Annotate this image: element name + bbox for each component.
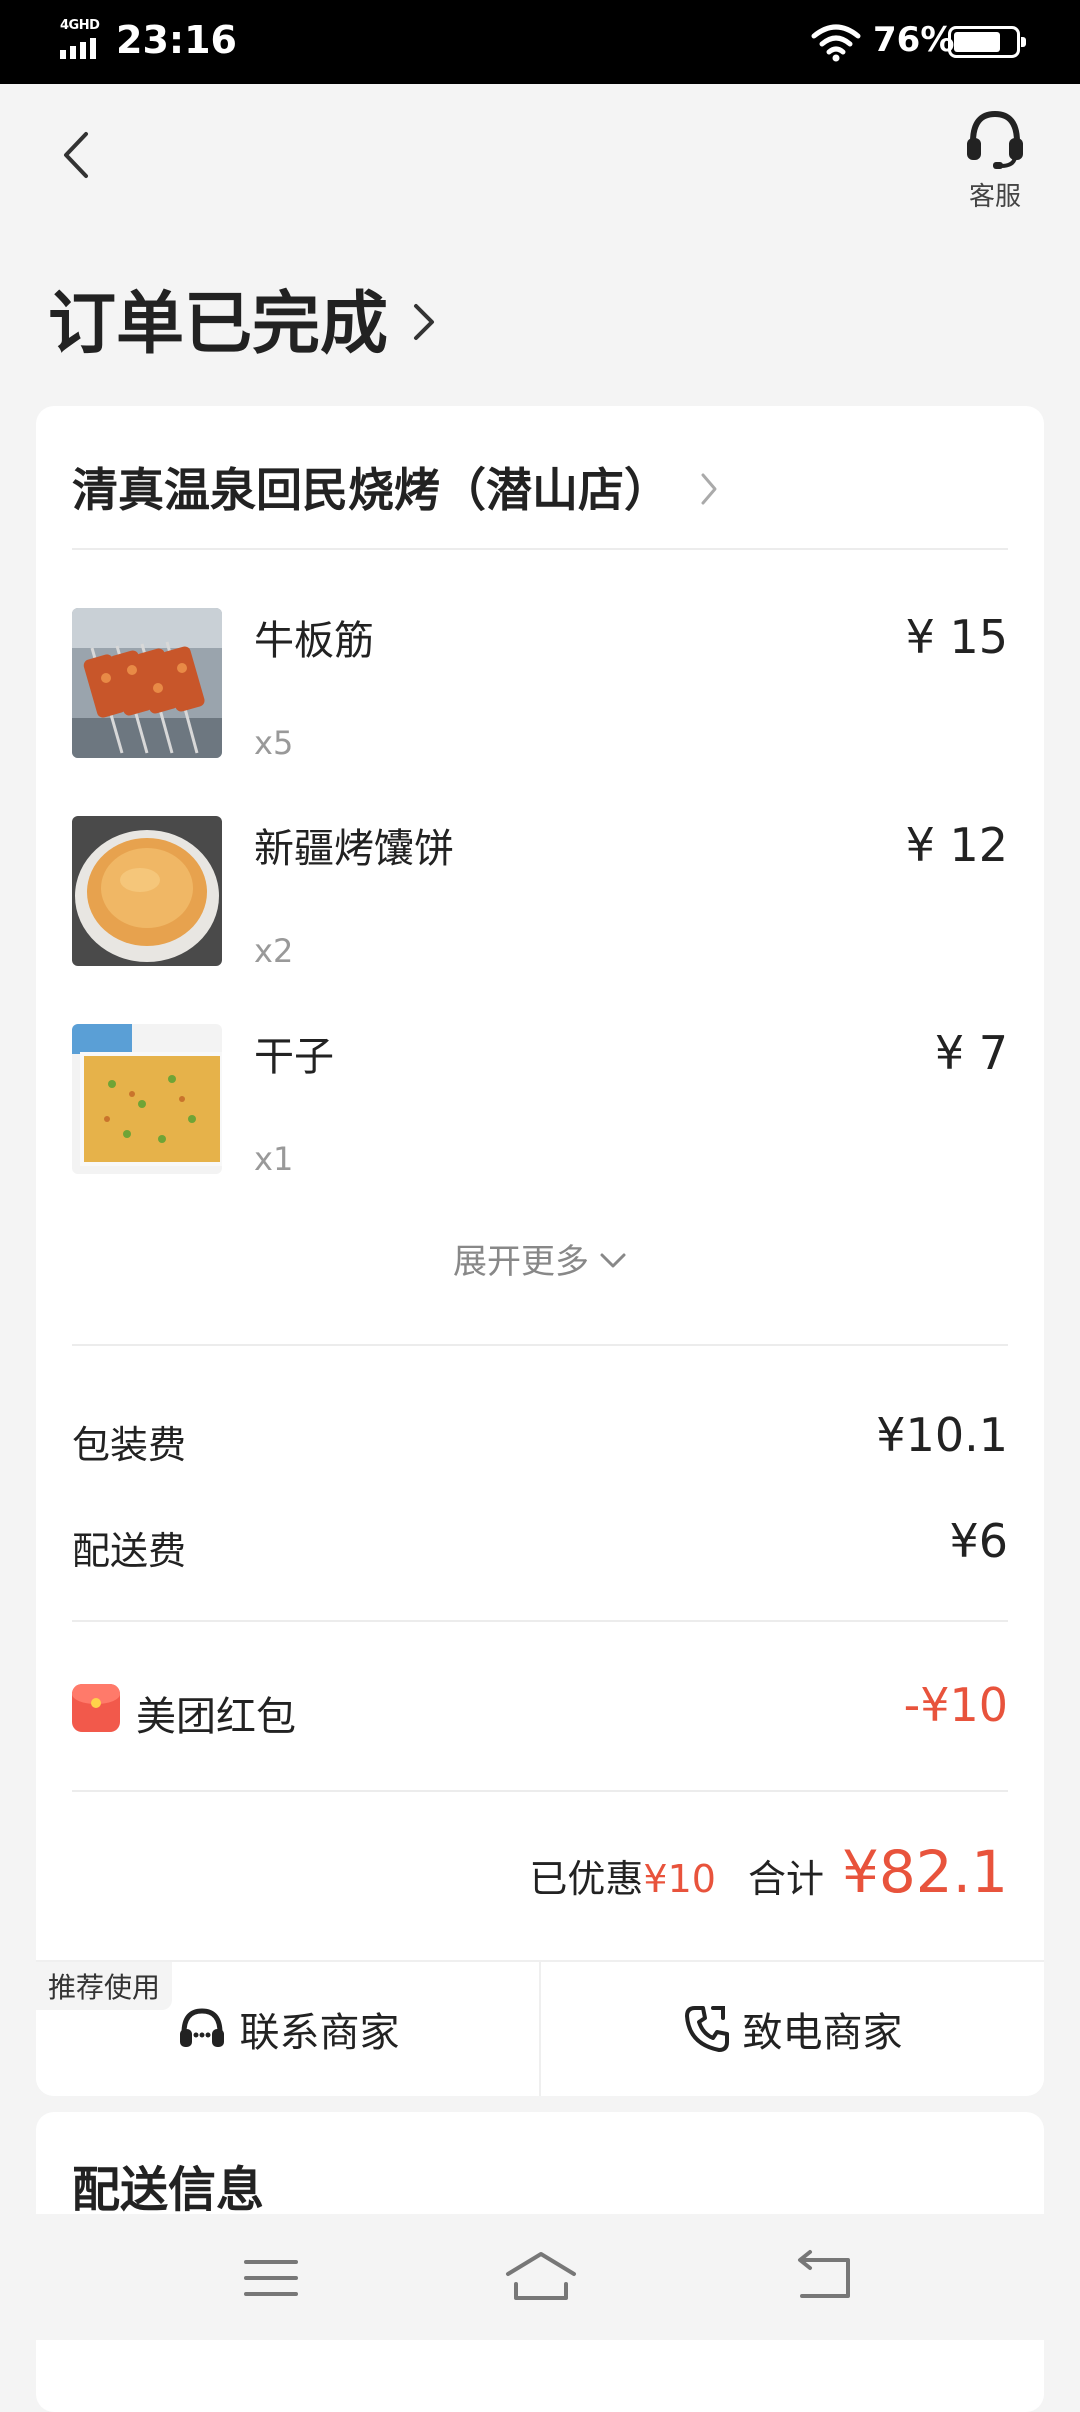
item-price: ¥ 15: [905, 610, 1008, 664]
expand-more-button[interactable]: 展开更多: [36, 1234, 1044, 1283]
order-status-link[interactable]: 订单已完成: [48, 268, 436, 367]
item-thumbnail-beef-skewers: [72, 608, 222, 758]
item-thumbnail-naan-bread: [72, 816, 222, 966]
discount-label: 美团红包: [136, 1694, 296, 1740]
item-quantity: x1: [254, 1140, 294, 1178]
home-icon[interactable]: [496, 2248, 586, 2308]
order-status-title: 订单已完成: [48, 285, 389, 364]
merchant-actions: 推荐使用 联系商家 致电商家: [36, 1960, 1044, 2096]
delivery-fee-value: ¥6: [949, 1514, 1008, 1568]
item-quantity: x5: [254, 724, 294, 762]
call-merchant-label: 致电商家: [742, 2010, 903, 2056]
delivery-fee-label: 配送费: [72, 1529, 187, 1573]
network-type: 4GHD: [60, 18, 100, 33]
red-packet-icon: [72, 1684, 120, 1732]
order-card: 清真温泉回民烧烤（潜山店） 牛板筋 x5 ¥ 15 新疆烤馕饼 x2 ¥ 12 …: [36, 406, 1044, 2096]
shop-name: 清真温泉回民烧烤（潜山店）: [72, 463, 670, 517]
chat-headset-icon: [179, 2008, 224, 2047]
divider: [72, 1790, 1008, 1792]
packaging-fee-value: ¥10.1: [876, 1408, 1008, 1462]
divider: [72, 1344, 1008, 1346]
order-item: 牛板筋 x5 ¥ 15: [72, 608, 1008, 762]
saved-value: ¥10: [643, 1857, 716, 1901]
saved-label: 已优惠: [529, 1857, 644, 1901]
item-name: 新疆烤馕饼: [254, 826, 454, 872]
clock: 23:16: [116, 18, 237, 62]
packaging-fee-row: 包装费 ¥10.1: [72, 1408, 1008, 1468]
chevron-down-icon: [600, 1253, 626, 1267]
delivery-fee-row: 配送费 ¥6: [72, 1514, 1008, 1574]
system-navigation-bar: [0, 2214, 1080, 2340]
call-merchant-button[interactable]: 致电商家: [539, 1962, 1044, 2096]
item-quantity: x2: [254, 932, 294, 970]
discount-value: -¥10: [903, 1678, 1008, 1732]
expand-more-label: 展开更多: [453, 1242, 589, 1282]
item-name: 牛板筋: [254, 618, 374, 664]
chevron-right-icon: [414, 303, 435, 340]
discount-row: 美团红包 -¥10: [72, 1678, 1008, 1740]
item-price: ¥ 7: [934, 1026, 1008, 1080]
total-label: 合计: [747, 1857, 824, 1901]
back-arrow-icon[interactable]: [50, 120, 110, 190]
customer-service-label: 客服: [968, 182, 1021, 212]
item-name: 干子: [254, 1034, 334, 1080]
recommend-badge: 推荐使用: [36, 1962, 173, 2010]
packaging-fee-label: 包装费: [72, 1423, 187, 1467]
contact-merchant-label: 联系商家: [239, 2010, 400, 2056]
back-nav-icon[interactable]: [778, 2248, 868, 2308]
status-bar: 4GHD 23:16 76%: [0, 0, 1080, 84]
item-thumbnail-tofu: [72, 1024, 222, 1174]
total-value: ¥82.1: [841, 1838, 1008, 1906]
order-item: 干子 x1 ¥ 7: [72, 1024, 1008, 1178]
divider: [72, 1620, 1008, 1622]
battery-icon: [948, 26, 1026, 58]
customer-service-button[interactable]: 客服: [950, 108, 1040, 212]
delivery-info-title: 配送信息: [72, 2162, 265, 2218]
headset-icon: [967, 110, 1023, 169]
phone-icon: [684, 2006, 729, 2052]
battery-percent: 76%: [873, 20, 955, 60]
menu-icon[interactable]: [226, 2248, 316, 2308]
contact-merchant-button[interactable]: 推荐使用 联系商家: [36, 1962, 539, 2096]
wifi-icon: [811, 24, 861, 62]
chevron-right-icon: [701, 473, 717, 505]
order-item: 新疆烤馕饼 x2 ¥ 12: [72, 816, 1008, 970]
shop-link[interactable]: 清真温泉回民烧烤（潜山店）: [72, 454, 718, 520]
order-summary: 已优惠 ¥10 合计 ¥82.1: [529, 1838, 1008, 1906]
divider: [72, 548, 1008, 550]
item-price: ¥ 12: [905, 818, 1008, 872]
cellular-signal-icon: 4GHD: [58, 18, 108, 60]
